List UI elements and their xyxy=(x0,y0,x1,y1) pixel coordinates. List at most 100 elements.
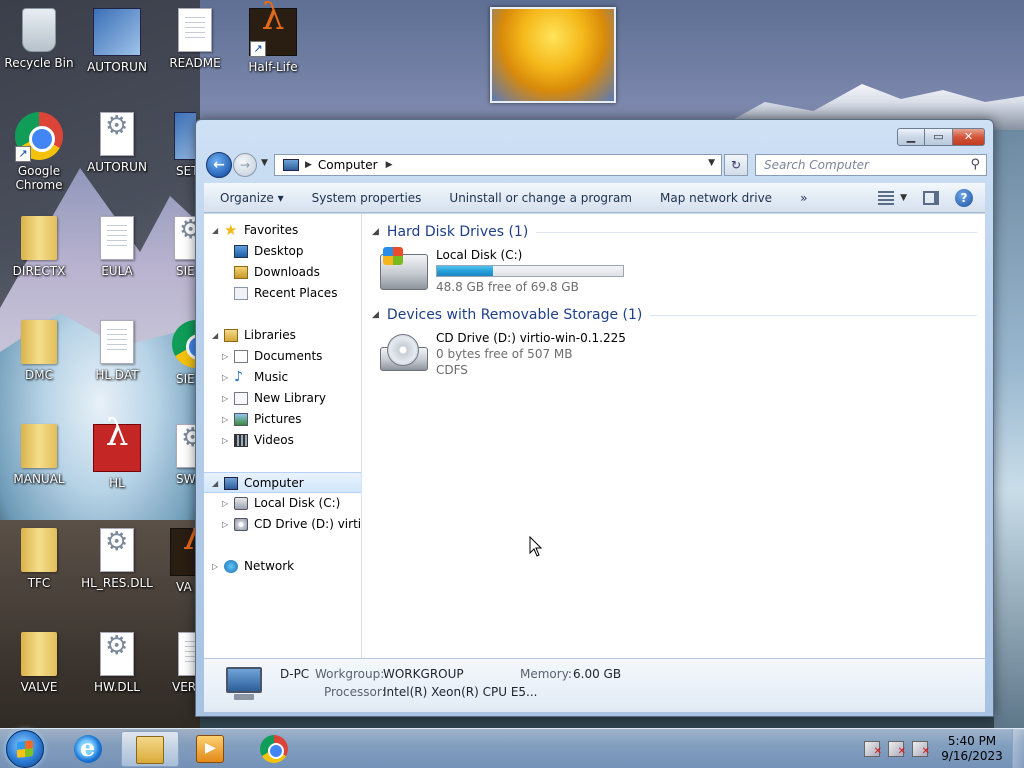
folder-icon xyxy=(21,216,57,260)
more-commands-button[interactable]: » xyxy=(786,191,821,205)
nav-item-recent-places[interactable]: Recent Places xyxy=(204,283,361,304)
nav-item-libraries[interactable]: ◢ Libraries xyxy=(204,325,361,346)
desktop-icon-autorun[interactable]: AUTORUN xyxy=(78,8,156,74)
desktop-icon-label: TFC xyxy=(27,576,51,590)
nav-label: Favorites xyxy=(244,223,299,237)
address-dropdown-icon[interactable]: ▼ xyxy=(708,158,715,168)
expand-icon[interactable]: ▷ xyxy=(222,367,228,388)
desktop-icon-sief[interactable]: SIEF xyxy=(156,216,196,278)
nav-item-new-library[interactable]: ▷ New Library xyxy=(204,388,361,409)
organize-button[interactable]: Organize ▾ xyxy=(204,191,298,205)
taskbar-thumbnail-preview[interactable] xyxy=(490,7,616,103)
search-icon[interactable]: ⚲ xyxy=(970,157,980,172)
desktop-icon-setup[interactable]: SET xyxy=(156,112,196,178)
desktop-icon-chrome[interactable]: Google Chrome xyxy=(0,112,78,192)
desktop-icon-va[interactable]: VA xyxy=(156,528,196,594)
desktop-icon-vers[interactable]: VERS xyxy=(156,632,196,694)
desktop-icon-tfc[interactable]: TFC xyxy=(0,528,78,590)
expand-icon[interactable]: ▷ xyxy=(222,514,228,535)
collapse-icon[interactable]: ◢ xyxy=(212,473,218,492)
taskbar-windows-explorer[interactable] xyxy=(121,731,179,767)
taskbar-internet-explorer[interactable] xyxy=(60,731,118,767)
expand-icon[interactable]: ▷ xyxy=(222,430,228,451)
collapse-icon[interactable]: ◢ xyxy=(372,227,379,237)
breadcrumb-separator-icon[interactable]: ▶ xyxy=(305,160,312,170)
minimize-button[interactable]: ▁ xyxy=(897,128,925,146)
desktop-icon-hl[interactable]: HL xyxy=(78,424,156,490)
collapse-icon[interactable]: ◢ xyxy=(212,325,218,346)
desktop-icon-sw[interactable]: SW. xyxy=(156,424,196,486)
computer-name: D-PC xyxy=(280,667,310,681)
nav-label: New Library xyxy=(254,391,326,405)
nav-item-favorites[interactable]: ◢ ★ Favorites xyxy=(204,220,361,241)
taskbar-media-player[interactable] xyxy=(182,731,240,767)
recycle-bin-icon xyxy=(22,8,56,52)
action-center-flag-icon[interactable] xyxy=(864,741,882,760)
recent-pages-dropdown[interactable]: ▼ xyxy=(261,158,268,168)
group-header-hard-disk-drives[interactable]: ◢ Hard Disk Drives (1) xyxy=(372,222,977,242)
nav-item-documents[interactable]: ▷ Documents xyxy=(204,346,361,367)
group-header-removable-storage[interactable]: ◢ Devices with Removable Storage (1) xyxy=(372,305,977,325)
desktop-icon-hw-dll[interactable]: HW.DLL xyxy=(78,632,156,694)
desktop-icon-dmc[interactable]: DMC xyxy=(0,320,78,382)
collapse-icon[interactable]: ◢ xyxy=(212,220,218,241)
nav-item-local-disk[interactable]: ▷ Local Disk (C:) xyxy=(204,493,361,514)
desktop-icon-autorun-inf[interactable]: AUTORUN xyxy=(78,112,156,174)
desktop-icon-hl-dat[interactable]: HL.DAT xyxy=(78,320,156,382)
expand-icon[interactable]: ▷ xyxy=(222,388,228,409)
expand-icon[interactable]: ▷ xyxy=(222,493,228,514)
nav-label: Downloads xyxy=(254,265,320,279)
search-placeholder: Search Computer xyxy=(764,158,869,172)
nav-item-computer[interactable]: ◢ Computer xyxy=(204,472,361,493)
desktop-icon-manual[interactable]: MANUAL xyxy=(0,424,78,486)
group-divider xyxy=(536,231,977,233)
expand-icon[interactable]: ▷ xyxy=(222,346,228,367)
expand-icon[interactable]: ▷ xyxy=(222,409,228,430)
desktop-icon-directx[interactable]: DIRECTX xyxy=(0,216,78,278)
refresh-button[interactable]: ↻ xyxy=(724,154,748,176)
preview-pane-icon[interactable] xyxy=(923,191,939,205)
nav-item-music[interactable]: ▷ ♪ Music xyxy=(204,367,361,388)
disk-usage-fill xyxy=(437,266,493,276)
forward-button[interactable]: → xyxy=(233,153,257,177)
network-status-icon[interactable] xyxy=(888,741,906,760)
change-view-icon[interactable] xyxy=(878,191,895,205)
desktop-icon-half-life[interactable]: Half-Life xyxy=(234,8,312,74)
close-button[interactable]: ✕ xyxy=(953,128,985,146)
taskbar: 5:40 PM 9/16/2023 xyxy=(0,728,1024,768)
desktop-icon-recycle-bin[interactable]: Recycle Bin xyxy=(0,8,78,70)
map-network-drive-button[interactable]: Map network drive xyxy=(646,191,786,205)
desktop-icon-sief-chrome[interactable]: SIEF xyxy=(156,320,196,386)
system-properties-button[interactable]: System properties xyxy=(298,191,436,205)
nav-item-cd-drive[interactable]: ▷ CD Drive (D:) virtio-win-0.1.225 xyxy=(204,514,361,535)
show-desktop-button[interactable] xyxy=(1012,729,1024,768)
nav-item-downloads[interactable]: Downloads xyxy=(204,262,361,283)
desktop-icon-readme[interactable]: README xyxy=(156,8,234,70)
nav-item-pictures[interactable]: ▷ Pictures xyxy=(204,409,361,430)
clock[interactable]: 5:40 PM 9/16/2023 xyxy=(940,734,1004,764)
volume-muted-icon[interactable] xyxy=(912,741,930,760)
nav-item-desktop[interactable]: Desktop xyxy=(204,241,361,262)
uninstall-program-button[interactable]: Uninstall or change a program xyxy=(435,191,646,205)
view-dropdown-icon[interactable]: ▼ xyxy=(900,193,907,203)
breadcrumb-computer[interactable]: Computer xyxy=(318,158,378,172)
address-bar[interactable]: ▶ Computer ▶ ▼ xyxy=(274,154,722,176)
expand-icon[interactable]: ▷ xyxy=(212,556,218,577)
maximize-button[interactable]: ▭ xyxy=(925,128,953,146)
nav-item-network[interactable]: ▷ Network xyxy=(204,556,361,577)
desktop-icon-eula[interactable]: EULA xyxy=(78,216,156,278)
computer-icon xyxy=(224,477,238,490)
taskbar-chrome[interactable] xyxy=(246,731,304,767)
desktop-icon-valve[interactable]: VALVE xyxy=(0,632,78,694)
nav-item-videos[interactable]: ▷ Videos xyxy=(204,430,361,451)
drive-cd-d[interactable]: CD Drive (D:) virtio-win-0.1.225 0 bytes… xyxy=(380,331,640,379)
help-icon[interactable]: ? xyxy=(955,189,973,207)
drive-local-disk-c[interactable]: Local Disk (C:) 48.8 GB free of 69.8 GB xyxy=(380,247,640,296)
search-input[interactable]: Search Computer ⚲ xyxy=(755,154,987,176)
collapse-icon[interactable]: ◢ xyxy=(372,310,379,320)
back-button[interactable]: ← xyxy=(206,152,232,178)
start-button[interactable] xyxy=(6,730,44,768)
desktop-icon-label: VALVE xyxy=(20,680,58,694)
desktop-icon-hl-res-dll[interactable]: HL_RES.DLL xyxy=(78,528,156,590)
breadcrumb-chevron-icon[interactable]: ▶ xyxy=(386,160,393,170)
